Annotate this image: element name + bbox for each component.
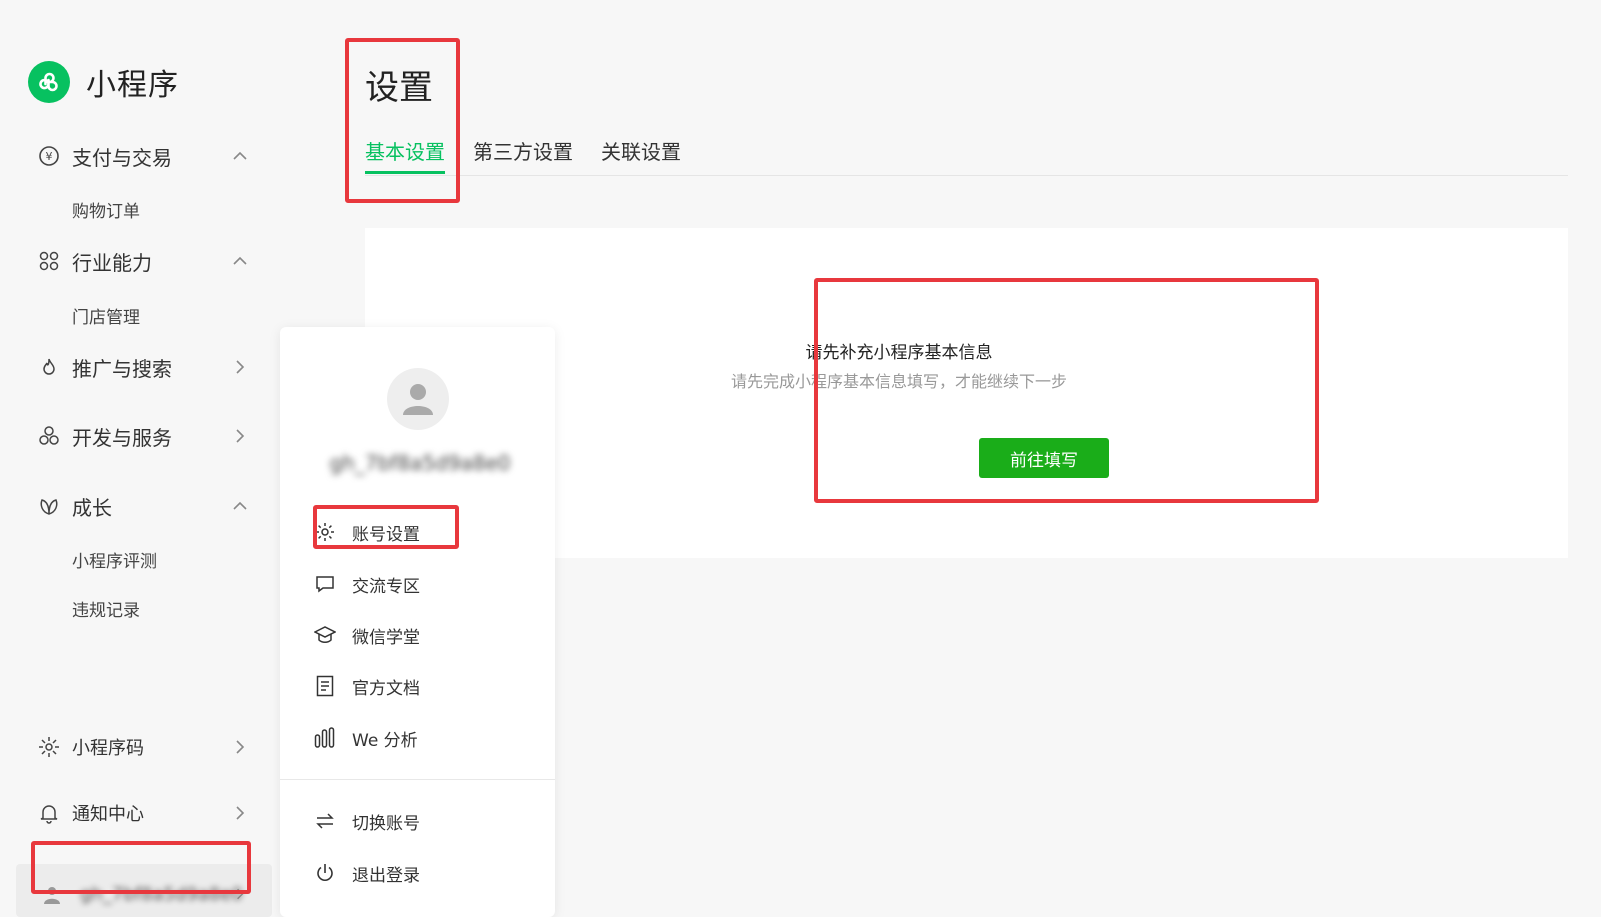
menu-item-label: 退出登录 bbox=[352, 865, 420, 886]
menu-item-community[interactable]: 交流专区 bbox=[314, 569, 420, 599]
popup-username: gh_7bf8a5d9a8e0 bbox=[329, 451, 511, 475]
tab-third-party-settings[interactable]: 第三方设置 bbox=[473, 136, 573, 174]
sidebar-item-notify[interactable]: 通知中心 bbox=[36, 797, 256, 829]
sidebar-item-label: 支付与交易 bbox=[72, 145, 172, 170]
user-icon bbox=[44, 887, 60, 904]
sidebar-subitem-evaluation[interactable]: 小程序评测 bbox=[72, 547, 157, 572]
mini-program-logo-icon bbox=[28, 61, 70, 103]
sidebar-item-growth[interactable]: 成长 bbox=[36, 490, 256, 522]
user-icon bbox=[403, 384, 433, 415]
menu-item-label: 微信学堂 bbox=[352, 627, 420, 648]
sidebar-subitem-orders[interactable]: 购物订单 bbox=[72, 197, 140, 222]
menu-item-label: 官方文档 bbox=[352, 678, 420, 699]
sidebar-item-label: 成长 bbox=[72, 495, 112, 520]
sidebar-item-dev[interactable]: 开发与服务 bbox=[36, 420, 256, 452]
menu-item-official-docs[interactable]: 官方文档 bbox=[314, 671, 420, 701]
qrcode-sun-icon bbox=[36, 734, 62, 760]
bell-icon bbox=[36, 800, 62, 826]
chevron-right-icon[interactable] bbox=[230, 426, 250, 446]
nodes-icon bbox=[36, 248, 62, 274]
sidebar-account[interactable]: gh_7bf8a5d9a8e0 bbox=[16, 864, 272, 917]
flame-icon bbox=[36, 354, 62, 380]
avatar[interactable] bbox=[387, 368, 449, 430]
tab-basic-settings[interactable]: 基本设置 bbox=[365, 136, 445, 174]
leaf-icon bbox=[36, 493, 62, 519]
chevron-right-icon[interactable] bbox=[230, 803, 250, 823]
chevron-right-icon[interactable] bbox=[230, 737, 250, 757]
chevron-up-icon[interactable] bbox=[230, 146, 250, 166]
settings-tabs: 基本设置 第三方设置 关联设置 bbox=[365, 136, 1568, 176]
svg-text:¥: ¥ bbox=[46, 150, 53, 163]
sidebar-item-label: 开发与服务 bbox=[72, 425, 172, 450]
sidebar-item-qrcode[interactable]: 小程序码 bbox=[36, 731, 256, 763]
sidebar-subitem-stores[interactable]: 门店管理 bbox=[72, 303, 140, 328]
go-fill-button[interactable]: 前往填写 bbox=[979, 438, 1109, 478]
analytics-bars-icon bbox=[314, 727, 336, 749]
yen-circle-icon: ¥ bbox=[36, 143, 62, 169]
sidebar-item-label: 通知中心 bbox=[72, 804, 144, 825]
tab-related-settings[interactable]: 关联设置 bbox=[601, 136, 681, 174]
menu-item-label: 切换账号 bbox=[352, 813, 420, 834]
menu-item-switch-account[interactable]: 切换账号 bbox=[314, 806, 420, 836]
sidebar-item-label: 小程序码 bbox=[72, 738, 144, 759]
cubes-icon bbox=[36, 423, 62, 449]
menu-item-wechat-academy[interactable]: 微信学堂 bbox=[314, 620, 420, 650]
sidebar: 小程序 ¥ 支付与交易 购物订单 行业能力 门店管理 推广与搜索 开发与服务 成… bbox=[0, 0, 280, 917]
sidebar-item-promo[interactable]: 推广与搜索 bbox=[36, 351, 256, 383]
sidebar-subitem-violations[interactable]: 违规记录 bbox=[72, 596, 140, 621]
menu-divider bbox=[280, 779, 555, 780]
chevron-up-icon[interactable] bbox=[230, 251, 250, 271]
chat-bubble-icon bbox=[314, 573, 336, 595]
menu-item-account-settings[interactable]: 账号设置 bbox=[314, 517, 420, 547]
chevron-right-icon[interactable] bbox=[230, 357, 250, 377]
menu-item-we-analysis[interactable]: We 分析 bbox=[314, 723, 418, 753]
document-icon bbox=[314, 675, 336, 697]
graduation-cap-icon bbox=[314, 624, 336, 646]
sidebar-item-label: 行业能力 bbox=[72, 250, 152, 275]
chevron-up-icon[interactable] bbox=[230, 496, 250, 516]
menu-item-label: We 分析 bbox=[352, 730, 418, 751]
account-name: gh_7bf8a5d9a8e0 bbox=[80, 884, 243, 905]
sidebar-item-pay[interactable]: ¥ 支付与交易 bbox=[36, 140, 256, 172]
switch-arrows-icon bbox=[314, 810, 336, 832]
page-title: 设置 bbox=[365, 68, 433, 108]
menu-item-logout[interactable]: 退出登录 bbox=[314, 858, 420, 888]
menu-item-label: 账号设置 bbox=[352, 524, 420, 545]
chevron-right-icon[interactable] bbox=[232, 886, 248, 902]
gear-icon bbox=[314, 521, 336, 543]
sidebar-item-label: 推广与搜索 bbox=[72, 356, 172, 381]
app-logo[interactable]: 小程序 bbox=[28, 60, 179, 104]
power-icon bbox=[314, 862, 336, 884]
sidebar-item-industry[interactable]: 行业能力 bbox=[36, 245, 256, 277]
menu-item-label: 交流专区 bbox=[352, 576, 420, 597]
app-title: 小程序 bbox=[86, 68, 179, 103]
account-popup: gh_7bf8a5d9a8e0 账号设置 交流专区 微信学堂 官方文档 We 分… bbox=[280, 327, 555, 917]
